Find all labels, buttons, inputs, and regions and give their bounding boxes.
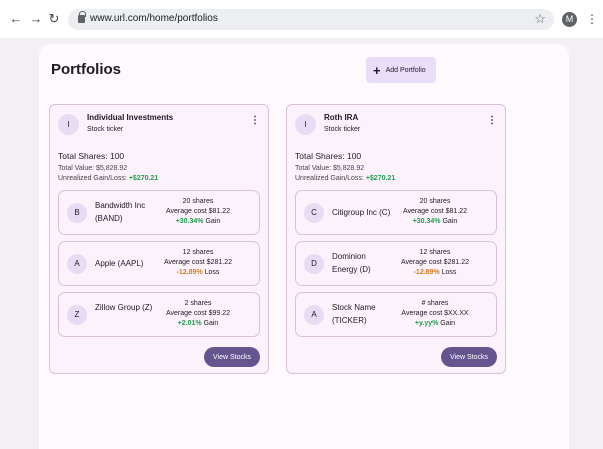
stock-average-cost: Average cost $XX.XX <box>401 310 469 317</box>
stock-change-label: Gain <box>440 218 458 225</box>
stock-change: -12.89% Loss <box>153 269 243 276</box>
more-options-icon[interactable]: ⋮ <box>487 116 497 126</box>
portfolio-avatar: I <box>295 114 316 135</box>
stock-item[interactable]: B Bandwidth Inc (BAND) 20 shares Average… <box>58 190 260 235</box>
view-stocks-button[interactable]: View Stocks <box>441 347 497 367</box>
lock-icon <box>78 11 86 23</box>
portfolio-card: I Roth IRA Stock ticker ⋮ Total Shares: … <box>286 104 506 374</box>
portfolio-subtitle: Stock ticker <box>87 126 124 133</box>
gain-label: Unrealized Gain/Loss: <box>295 175 366 182</box>
gain-value: +$270.21 <box>365 175 396 182</box>
gain-label: Unrealized Gain/Loss: <box>58 175 129 182</box>
more-options-icon[interactable]: ⋮ <box>250 116 260 126</box>
stock-change-label: Loss <box>439 269 457 276</box>
add-portfolio-button[interactable]: + Add Portfolio <box>366 57 436 83</box>
portfolio-name: Individual Investments <box>87 113 174 122</box>
stock-change: -12.89% Loss <box>390 269 480 276</box>
portfolio-name: Roth IRA <box>324 113 359 122</box>
stock-change: +30.34% Gain <box>390 218 480 225</box>
stock-avatar: A <box>304 305 324 325</box>
profile-avatar[interactable]: M <box>562 12 577 27</box>
unrealized-gain: Unrealized Gain/Loss: +$270.21 <box>58 175 158 182</box>
stock-change-percent: +30.34% <box>412 218 441 225</box>
stock-name: Stock Name (TICKER) <box>332 303 376 325</box>
portfolio-avatar: I <box>58 114 79 135</box>
browser-toolbar: ← → ↻ www.url.com/home/portfolios ☆ M ⋮ <box>0 0 603 38</box>
stock-change: +30.34% Gain <box>153 218 243 225</box>
url-text: www.url.com/home/portfolios <box>90 13 218 24</box>
stock-item[interactable]: A Stock Name (TICKER) # shares Average c… <box>295 292 497 337</box>
total-shares: Total Shares: 100 <box>295 151 362 161</box>
stock-avatar: B <box>67 203 87 223</box>
stock-change-percent: +y.yy% <box>414 320 439 327</box>
stock-shares: # shares <box>421 300 449 307</box>
stock-item[interactable]: D Dominion Energy (D) 12 shares Average … <box>295 241 497 286</box>
stock-average-cost: Average cost $281.22 <box>164 259 232 266</box>
stock-avatar: Z <box>67 305 87 325</box>
stock-avatar: D <box>304 254 324 274</box>
total-shares: Total Shares: 100 <box>58 151 125 161</box>
stock-name: Dominion Energy (D) <box>332 252 371 274</box>
stock-change-percent: -12.89% <box>176 269 203 276</box>
stock-item[interactable]: C Citigroup Inc (C) 20 shares Average co… <box>295 190 497 235</box>
stock-item[interactable]: Z Zillow Group (Z) 2 shares Average cost… <box>58 292 260 337</box>
reload-icon[interactable]: ↻ <box>46 11 62 27</box>
total-value: Total Value: $5,828.92 <box>58 165 128 172</box>
stock-average-cost: Average cost $99.22 <box>165 310 231 317</box>
stock-average-cost: Average cost $281.22 <box>401 259 469 266</box>
stock-change: +y.yy% Gain <box>390 320 480 327</box>
back-arrow-icon[interactable]: ← <box>8 11 24 27</box>
stock-shares: 12 shares <box>419 249 451 256</box>
stock-avatar: A <box>67 254 87 274</box>
stock-change-percent: -12.89% <box>413 269 440 276</box>
total-value: Total Value: $5,828.92 <box>295 165 365 172</box>
stock-avatar: C <box>304 203 324 223</box>
add-portfolio-label: Add Portfolio <box>385 66 426 74</box>
stock-shares: 12 shares <box>182 249 214 256</box>
portfolio-card: I Individual Investments Stock ticker ⋮ … <box>49 104 269 374</box>
page-title: Portfolios <box>51 61 121 78</box>
stock-shares: 20 shares <box>182 198 214 205</box>
stock-shares: 20 shares <box>419 198 451 205</box>
address-bar[interactable]: www.url.com/home/portfolios ☆ <box>68 9 554 30</box>
forward-arrow-icon[interactable]: → <box>28 11 44 27</box>
stock-change-label: Loss <box>202 269 220 276</box>
plus-icon: + <box>373 62 381 78</box>
stock-change-percent: +30.34% <box>175 218 204 225</box>
stock-change: +2.01% Gain <box>153 320 243 327</box>
stock-average-cost: Average cost $81.22 <box>402 208 468 215</box>
browser-menu-icon[interactable]: ⋮ <box>586 11 598 27</box>
stock-item[interactable]: A Apple (AAPL) 12 shares Average cost $2… <box>58 241 260 286</box>
gain-value: +$270.21 <box>128 175 159 182</box>
stock-change-percent: +2.01% <box>177 320 202 327</box>
portfolio-subtitle: Stock ticker <box>324 126 361 133</box>
stock-change-label: Gain <box>203 218 221 225</box>
bookmark-star-icon[interactable]: ☆ <box>534 11 546 27</box>
view-stocks-button[interactable]: View Stocks <box>204 347 260 367</box>
unrealized-gain: Unrealized Gain/Loss: +$270.21 <box>295 175 395 182</box>
stock-average-cost: Average cost $81.22 <box>165 208 231 215</box>
stock-change-label: Gain <box>201 320 219 327</box>
stock-change-label: Gain <box>438 320 456 327</box>
stock-shares: 2 shares <box>184 300 212 307</box>
